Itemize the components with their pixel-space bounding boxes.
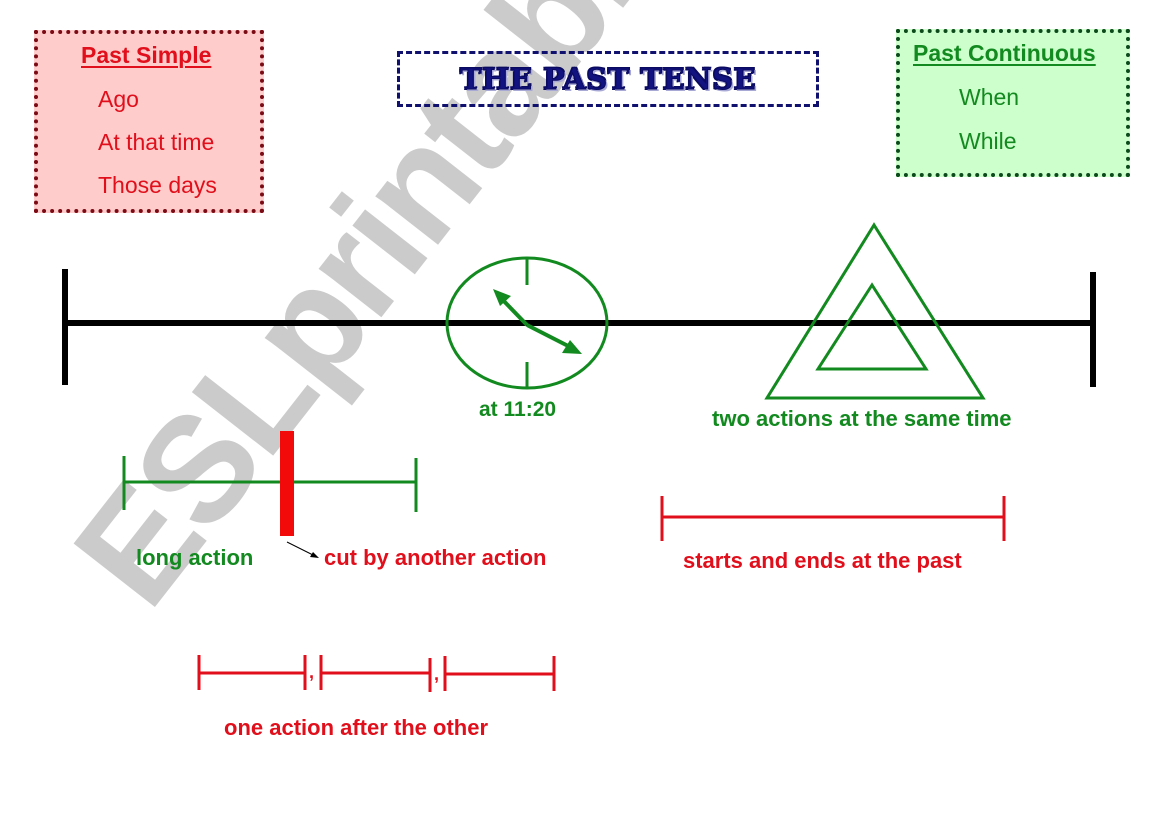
cut-label: cut by another action	[324, 545, 547, 570]
sequence-segment	[197, 655, 307, 690]
sequence-comma: ,	[434, 664, 440, 684]
past-span-diagram	[660, 496, 1006, 541]
pointer-arrowhead	[310, 552, 319, 558]
long-action-label: long action	[136, 545, 254, 570]
outer-triangle	[764, 222, 986, 400]
past-simple-item: At that time	[98, 129, 215, 155]
past-span-label: starts and ends at the past	[683, 548, 962, 573]
past-simple-box: Past Simple Ago At that time Those days	[34, 30, 264, 213]
clock-label: at 11:20	[479, 398, 557, 421]
sequence-segment	[443, 656, 556, 691]
clock-minute-arrowhead	[562, 340, 582, 354]
past-continuous-heading: Past Continuous	[913, 40, 1096, 66]
past-continuous-item: When	[959, 84, 1020, 110]
sequence-comma: ,	[309, 662, 315, 682]
past-continuous-box: Past Continuous When While	[896, 29, 1130, 177]
triangles-icon	[764, 222, 986, 400]
past-continuous-item: While	[959, 128, 1017, 154]
past-simple-heading: Past Simple	[81, 42, 212, 68]
title-box: THE PAST TENSE	[397, 51, 819, 107]
pointer-arrow-line	[286, 541, 314, 556]
inner-triangle	[815, 282, 929, 371]
interrupting-action-bar	[280, 431, 294, 536]
sequence-segment	[319, 655, 432, 692]
sequence-label: one action after the other	[224, 715, 489, 740]
triangles-label: two actions at the same time	[712, 406, 1012, 431]
long-action-diagram	[122, 431, 418, 558]
page-title: THE PAST TENSE	[459, 62, 757, 97]
past-simple-item: Ago	[98, 86, 139, 112]
sequence-diagram	[197, 655, 556, 692]
past-simple-item: Those days	[98, 172, 217, 198]
